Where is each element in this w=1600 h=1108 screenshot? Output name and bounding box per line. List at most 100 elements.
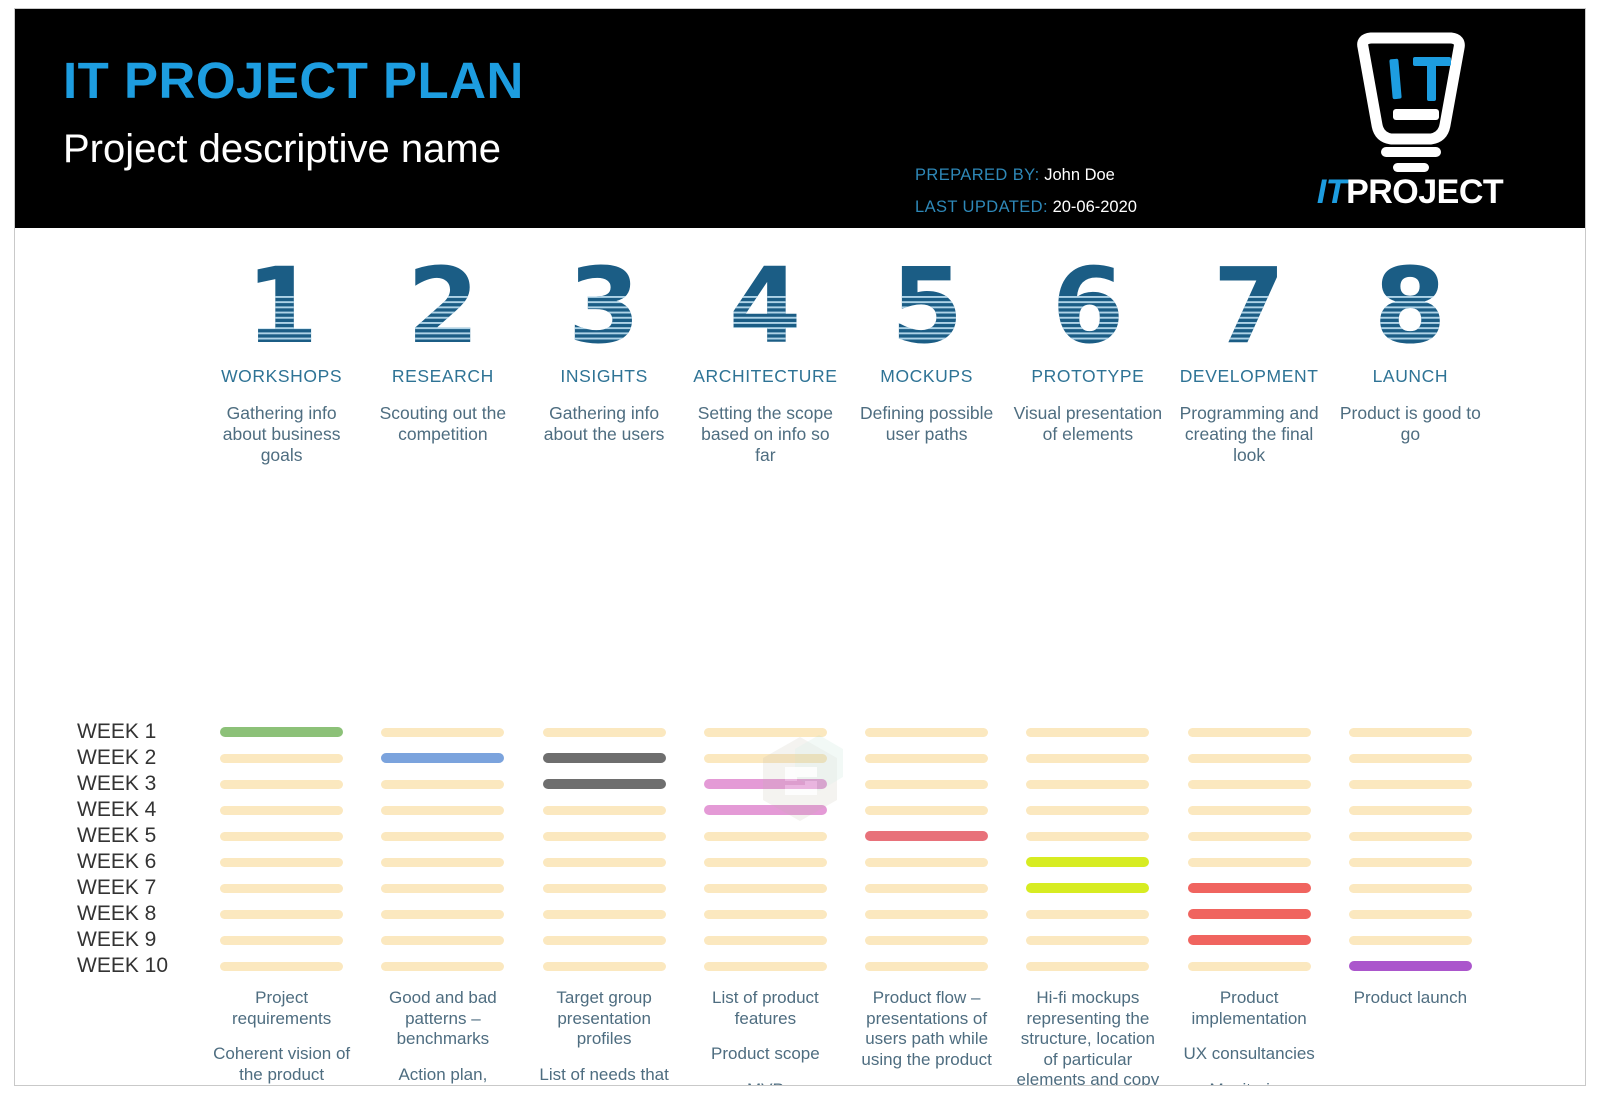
gantt-bar-active[interactable] [703, 779, 827, 789]
gantt-bar-empty[interactable] [220, 935, 344, 945]
gantt-cell[interactable] [524, 953, 685, 979]
gantt-cell[interactable] [1007, 849, 1168, 875]
gantt-bar-empty[interactable] [381, 831, 505, 841]
gantt-bar-empty[interactable] [703, 831, 827, 841]
gantt-bar-empty[interactable] [1026, 935, 1150, 945]
gantt-bar-empty[interactable] [865, 961, 989, 971]
gantt-cell[interactable] [685, 953, 846, 979]
gantt-bar-empty[interactable] [542, 909, 666, 919]
gantt-bar-empty[interactable] [542, 805, 666, 815]
gantt-bar-empty[interactable] [865, 779, 989, 789]
gantt-cell[interactable] [524, 849, 685, 875]
gantt-cell[interactable] [1007, 927, 1168, 953]
gantt-bar-active[interactable] [865, 831, 989, 841]
gantt-cell[interactable] [524, 797, 685, 823]
gantt-cell[interactable] [1330, 797, 1491, 823]
gantt-bar-empty[interactable] [220, 805, 344, 815]
gantt-cell[interactable] [1330, 771, 1491, 797]
gantt-bar-empty[interactable] [542, 935, 666, 945]
gantt-cell[interactable] [846, 771, 1007, 797]
gantt-cell[interactable] [846, 875, 1007, 901]
gantt-bar-empty[interactable] [381, 779, 505, 789]
gantt-cell[interactable] [846, 953, 1007, 979]
gantt-cell[interactable] [846, 849, 1007, 875]
gantt-cell[interactable] [201, 797, 362, 823]
gantt-cell[interactable] [685, 771, 846, 797]
gantt-bar-empty[interactable] [381, 909, 505, 919]
gantt-cell[interactable] [201, 771, 362, 797]
gantt-cell[interactable] [685, 745, 846, 771]
gantt-bar-empty[interactable] [1187, 779, 1311, 789]
gantt-bar-empty[interactable] [1187, 753, 1311, 763]
gantt-cell[interactable] [1330, 849, 1491, 875]
gantt-cell[interactable] [201, 901, 362, 927]
gantt-bar-active[interactable] [542, 753, 666, 763]
gantt-cell[interactable] [685, 797, 846, 823]
gantt-cell[interactable] [1169, 875, 1330, 901]
gantt-bar-active[interactable] [1187, 909, 1311, 919]
gantt-bar-active[interactable] [1348, 961, 1472, 971]
gantt-cell[interactable] [846, 719, 1007, 745]
gantt-cell[interactable] [362, 771, 523, 797]
gantt-bar-empty[interactable] [1187, 831, 1311, 841]
gantt-bar-empty[interactable] [381, 883, 505, 893]
gantt-cell[interactable] [201, 823, 362, 849]
gantt-bar-empty[interactable] [1026, 909, 1150, 919]
gantt-bar-active[interactable] [220, 727, 344, 737]
gantt-bar-empty[interactable] [1187, 857, 1311, 867]
gantt-bar-empty[interactable] [1348, 909, 1472, 919]
gantt-bar-empty[interactable] [542, 727, 666, 737]
gantt-bar-active[interactable] [1187, 883, 1311, 893]
gantt-cell[interactable] [1330, 823, 1491, 849]
gantt-cell[interactable] [201, 953, 362, 979]
gantt-cell[interactable] [1007, 901, 1168, 927]
gantt-bar-active[interactable] [1026, 857, 1150, 867]
gantt-cell[interactable] [1007, 953, 1168, 979]
gantt-cell[interactable] [362, 849, 523, 875]
gantt-cell[interactable] [1330, 745, 1491, 771]
gantt-bar-empty[interactable] [865, 909, 989, 919]
gantt-cell[interactable] [201, 719, 362, 745]
gantt-bar-empty[interactable] [220, 831, 344, 841]
gantt-bar-empty[interactable] [703, 935, 827, 945]
gantt-bar-empty[interactable] [220, 753, 344, 763]
gantt-bar-empty[interactable] [1026, 961, 1150, 971]
gantt-bar-empty[interactable] [1026, 727, 1150, 737]
gantt-cell[interactable] [846, 927, 1007, 953]
gantt-bar-empty[interactable] [703, 727, 827, 737]
gantt-bar-empty[interactable] [220, 883, 344, 893]
gantt-bar-empty[interactable] [220, 857, 344, 867]
gantt-bar-empty[interactable] [542, 857, 666, 867]
gantt-cell[interactable] [1169, 901, 1330, 927]
gantt-cell[interactable] [846, 797, 1007, 823]
gantt-cell[interactable] [685, 849, 846, 875]
gantt-bar-empty[interactable] [865, 935, 989, 945]
gantt-cell[interactable] [362, 745, 523, 771]
gantt-cell[interactable] [362, 797, 523, 823]
gantt-cell[interactable] [685, 719, 846, 745]
gantt-bar-active[interactable] [1026, 883, 1150, 893]
gantt-bar-empty[interactable] [381, 857, 505, 867]
gantt-bar-empty[interactable] [1026, 753, 1150, 763]
gantt-cell[interactable] [201, 745, 362, 771]
gantt-bar-active[interactable] [1187, 935, 1311, 945]
gantt-cell[interactable] [1169, 953, 1330, 979]
gantt-bar-empty[interactable] [381, 961, 505, 971]
gantt-cell[interactable] [1330, 953, 1491, 979]
gantt-bar-empty[interactable] [703, 961, 827, 971]
gantt-bar-empty[interactable] [1026, 831, 1150, 841]
gantt-bar-empty[interactable] [381, 935, 505, 945]
gantt-cell[interactable] [1007, 771, 1168, 797]
gantt-cell[interactable] [1330, 927, 1491, 953]
gantt-cell[interactable] [685, 823, 846, 849]
gantt-cell[interactable] [524, 745, 685, 771]
gantt-cell[interactable] [201, 927, 362, 953]
gantt-bar-empty[interactable] [865, 727, 989, 737]
gantt-cell[interactable] [846, 823, 1007, 849]
gantt-bar-empty[interactable] [381, 805, 505, 815]
gantt-bar-empty[interactable] [1187, 727, 1311, 737]
gantt-bar-empty[interactable] [1187, 961, 1311, 971]
gantt-cell[interactable] [362, 823, 523, 849]
gantt-cell[interactable] [201, 849, 362, 875]
gantt-cell[interactable] [524, 771, 685, 797]
